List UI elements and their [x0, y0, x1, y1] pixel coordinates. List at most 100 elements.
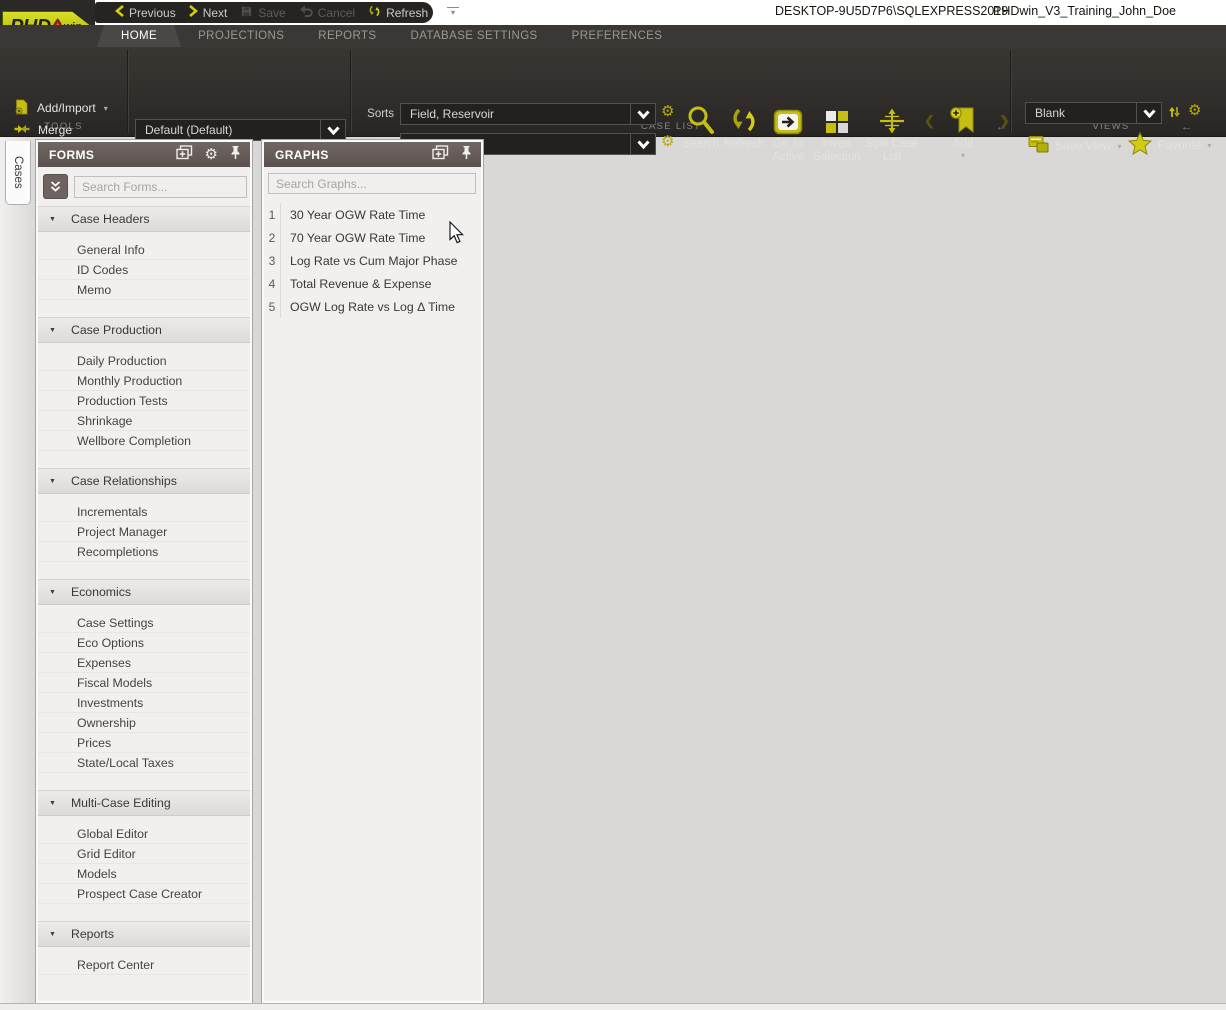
ribbon-scroll-right-icon[interactable]: ❯: [999, 113, 1010, 129]
previous-button[interactable]: Previous: [115, 5, 176, 20]
form-item-investments[interactable]: Investments: [38, 693, 250, 713]
forms-search-input[interactable]: [74, 176, 247, 198]
form-item-models[interactable]: Models: [38, 864, 250, 884]
graph-list-item-4[interactable]: 4Total Revenue & Expense: [264, 272, 481, 295]
chevron-right-icon: [189, 5, 198, 20]
pin-icon[interactable]: [230, 145, 241, 165]
forms-group-multi-case-editing[interactable]: ▼Multi-Case Editing: [38, 790, 250, 816]
search-button[interactable]: Search: [680, 99, 722, 151]
graph-list-item-1[interactable]: 130 Year OGW Rate Time: [264, 203, 481, 226]
form-item-prospect-case-creator[interactable]: Prospect Case Creator: [38, 884, 250, 904]
form-item-wellbore-completion[interactable]: Wellbore Completion: [38, 431, 250, 451]
form-item-shrinkage[interactable]: Shrinkage: [38, 411, 250, 431]
tab-preferences[interactable]: PREFERENCES: [555, 25, 680, 47]
chevron-down-icon: [630, 103, 656, 125]
forms-group-label: Case Headers: [71, 212, 150, 226]
database-name: PHDwin_V3_Training_John_Doe: [993, 4, 1176, 18]
go-to-active-label: Go To Active: [772, 138, 803, 163]
view-dropdown[interactable]: Blank: [1025, 102, 1162, 124]
form-item-global-editor[interactable]: Global Editor: [38, 824, 250, 844]
graph-item-number: 3: [264, 249, 281, 272]
graph-list-item-3[interactable]: 3Log Rate vs Cum Major Phase: [264, 249, 481, 272]
chevron-down-icon: [320, 119, 346, 141]
tab-home[interactable]: HOME: [97, 25, 181, 47]
form-item-incrementals[interactable]: Incrementals: [38, 502, 250, 522]
save-button[interactable]: Save: [240, 5, 285, 21]
refresh-button[interactable]: Refresh: [722, 99, 766, 151]
new-window-icon[interactable]: [176, 145, 193, 165]
forms-group-case-production[interactable]: ▼Case Production: [38, 317, 250, 343]
new-window-icon[interactable]: [432, 145, 449, 165]
form-item-recompletions[interactable]: Recompletions: [38, 542, 250, 562]
forms-group-economics[interactable]: ▼Economics: [38, 579, 250, 605]
graph-list-item-5[interactable]: 5OGW Log Rate vs Log Δ Time: [264, 295, 481, 318]
form-item-state-local-taxes[interactable]: State/Local Taxes: [38, 753, 250, 773]
favorite-label: Favorite: [1158, 138, 1201, 152]
form-item-daily-production[interactable]: Daily Production: [38, 351, 250, 371]
add-import-button[interactable]: Add/Import▾: [14, 99, 108, 117]
tab-reports[interactable]: REPORTS: [301, 25, 393, 47]
form-item-fiscal-models[interactable]: Fiscal Models: [38, 673, 250, 693]
form-item-prices[interactable]: Prices: [38, 733, 250, 753]
save-view-button[interactable]: Save View ▾: [1028, 135, 1122, 157]
graphs-panel-header: GRAPHS: [264, 142, 481, 167]
form-item-ownership[interactable]: Ownership: [38, 713, 250, 733]
collapse-triangle-icon: ▼: [49, 589, 56, 596]
add-button[interactable]: Add▾: [936, 99, 990, 160]
forms-panel: FORMS ⚙ ▼ Case Headers General InfoID Code…: [36, 140, 252, 1003]
collapse-triangle-icon: ▼: [49, 216, 56, 223]
invert-selection-button[interactable]: Invert Selection: [810, 99, 864, 163]
graph-item-number: 4: [264, 272, 281, 295]
view-gear-icon[interactable]: ⚙: [1188, 103, 1201, 119]
forms-group-case-relationships[interactable]: ▼Case Relationships: [38, 468, 250, 494]
form-item-case-settings[interactable]: Case Settings: [38, 613, 250, 633]
tab-projections[interactable]: PROJECTIONS: [181, 25, 301, 47]
sorts-dropdown[interactable]: Field, Reservoir: [400, 103, 656, 125]
quick-access-customize-button[interactable]: ▾: [447, 7, 459, 17]
filters-gear-icon[interactable]: ⚙: [661, 134, 674, 150]
forms-group-reports[interactable]: ▼Reports: [38, 921, 250, 947]
pin-icon[interactable]: [461, 145, 472, 165]
left-dock-strip: [0, 137, 36, 1003]
favorite-button[interactable]: Favorite ▾: [1128, 132, 1211, 158]
graph-list-item-2[interactable]: 270 Year OGW Rate Time: [264, 226, 481, 249]
form-item-memo[interactable]: Memo: [38, 280, 250, 300]
search-label: Search: [683, 138, 719, 151]
cases-side-tab[interactable]: Cases: [5, 141, 31, 205]
cancel-button[interactable]: Cancel: [299, 5, 355, 20]
refresh-button[interactable]: Refresh: [368, 4, 428, 21]
ribbon-scroll-left-icon[interactable]: ❮: [924, 113, 935, 129]
forms-group-case-headers[interactable]: ▼ Case Headers: [38, 206, 250, 232]
cancel-label: Cancel: [318, 6, 355, 20]
forms-group-label: Case Production: [71, 323, 162, 337]
previous-label: Previous: [129, 6, 176, 20]
go-to-active-button[interactable]: Go To Active: [766, 99, 810, 163]
split-case-list-button[interactable]: Split Case List: [862, 99, 922, 163]
form-item-project-manager[interactable]: Project Manager: [38, 522, 250, 542]
form-item-eco-options[interactable]: Eco Options: [38, 633, 250, 653]
form-item-grid-editor[interactable]: Grid Editor: [38, 844, 250, 864]
refresh-label: Refresh: [724, 138, 764, 151]
forms-group-label: Multi-Case Editing: [71, 796, 171, 810]
forms-panel-header: FORMS ⚙: [38, 142, 250, 167]
view-sync-icon[interactable]: [1168, 105, 1181, 124]
graphs-search-input[interactable]: [268, 173, 476, 194]
next-button[interactable]: Next: [189, 5, 228, 20]
form-item-expenses[interactable]: Expenses: [38, 653, 250, 673]
refresh-label: Refresh: [386, 6, 428, 20]
form-item-id-codes[interactable]: ID Codes: [38, 260, 250, 280]
form-item-general-info[interactable]: General Info: [38, 240, 250, 260]
form-item-production-tests[interactable]: Production Tests: [38, 391, 250, 411]
collapse-triangle-icon: ▼: [49, 931, 56, 938]
graphs-list: 130 Year OGW Rate Time270 Year OGW Rate …: [264, 203, 481, 318]
tab-database-settings[interactable]: DATABASE SETTINGS: [393, 25, 554, 47]
sorts-gear-icon[interactable]: ⚙: [661, 104, 674, 120]
form-item-report-center[interactable]: Report Center: [38, 955, 250, 975]
collapse-all-button[interactable]: [43, 174, 68, 199]
sorts-label: Sorts: [352, 108, 394, 120]
scenario-dropdown[interactable]: Default (Default): [135, 119, 346, 141]
invert-selection-label: Invert Selection: [813, 138, 860, 163]
form-item-monthly-production[interactable]: Monthly Production: [38, 371, 250, 391]
forms-settings-gear-icon[interactable]: ⚙: [205, 148, 218, 162]
save-view-label: Save View: [1055, 139, 1111, 153]
